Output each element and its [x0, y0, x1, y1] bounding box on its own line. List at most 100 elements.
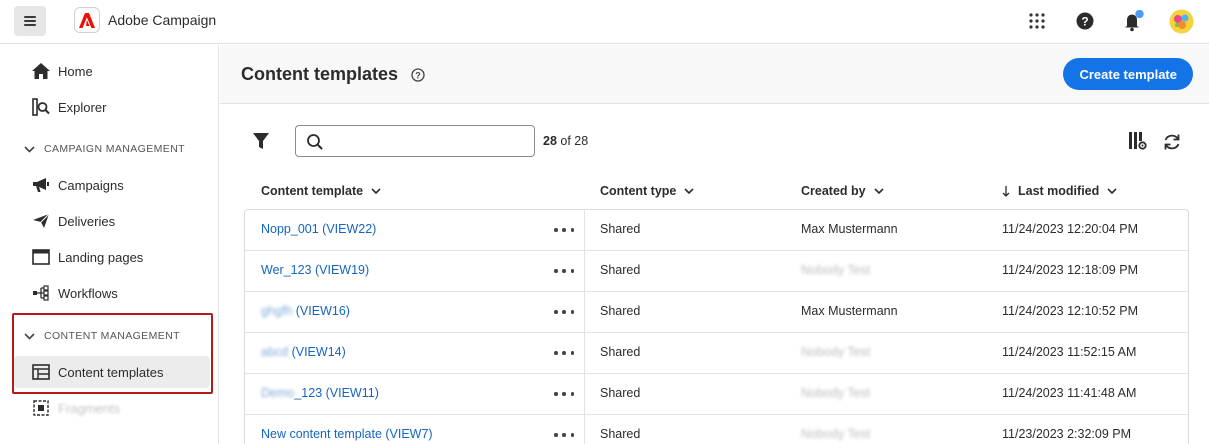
sidebar-item-fragments[interactable]: Fragments	[14, 392, 210, 424]
template-name-link[interactable]: Nopp_001 (VIEW22)	[261, 222, 376, 236]
megaphone-icon	[32, 176, 50, 194]
notifications-icon[interactable]	[1122, 10, 1144, 32]
created-by-cell: Nobody Test	[801, 263, 871, 277]
main-content: Content templates ? Create template 28 o…	[220, 45, 1209, 444]
apps-grid-icon[interactable]	[1026, 10, 1048, 32]
chevron-down-icon	[684, 186, 694, 196]
help-icon[interactable]: ?	[1074, 10, 1096, 32]
chevron-down-icon	[874, 186, 884, 196]
template-name: New content template (VIEW7)	[261, 427, 433, 441]
column-divider	[584, 374, 585, 415]
sidebar-item-explorer[interactable]: Explorer	[14, 91, 210, 123]
sidebar-item-home[interactable]: Home	[14, 55, 210, 87]
home-icon	[32, 62, 50, 80]
content-type-cell: Shared	[600, 386, 641, 400]
more-actions-icon[interactable]	[554, 427, 574, 443]
column-divider	[584, 292, 585, 333]
column-header-content-template[interactable]: Content template	[261, 184, 381, 198]
column-header-last-modified[interactable]: Last modified	[1002, 184, 1117, 198]
page-header: Content templates ? Create template	[220, 45, 1209, 104]
template-name: _123 (VIEW11)	[294, 386, 379, 400]
last-modified-cell: 11/24/2023 12:20:04 PM	[1002, 222, 1138, 236]
help-circle-icon[interactable]: ?	[411, 68, 425, 82]
table-row[interactable]: ghgfh (VIEW16) Shared Max Mustermann 11/…	[245, 292, 1188, 333]
top-bar: Adobe Campaign ?	[0, 0, 1209, 44]
template-name: Wer_123 (VIEW19)	[261, 263, 370, 277]
workflow-icon	[32, 284, 50, 302]
column-settings-icon[interactable]	[1128, 131, 1148, 151]
column-header-label: Content type	[600, 184, 677, 198]
more-actions-icon[interactable]	[554, 386, 574, 402]
sidebar-item-deliveries[interactable]: Deliveries	[14, 205, 210, 237]
sidebar-item-label: Workflows	[58, 285, 118, 301]
chevron-down-icon	[371, 186, 381, 196]
chevron-down-icon	[24, 143, 36, 155]
search-input[interactable]	[332, 130, 528, 152]
content-type-cell: Shared	[600, 427, 641, 441]
column-header-content-type[interactable]: Content type	[600, 184, 694, 198]
content-type-cell: Shared	[600, 263, 641, 277]
more-actions-icon[interactable]	[554, 222, 574, 238]
template-name-prefix: ghgfh	[261, 304, 293, 318]
last-modified-cell: 11/24/2023 12:10:52 PM	[1002, 304, 1138, 318]
more-actions-icon[interactable]	[554, 345, 574, 361]
column-header-label: Last modified	[1018, 184, 1100, 198]
section-header-label: CAMPAIGN MANAGEMENT	[44, 143, 185, 155]
browser-icon	[32, 248, 50, 266]
template-name-link[interactable]: Wer_123 (VIEW19)	[261, 263, 369, 277]
created-by-cell: Nobody Test	[801, 386, 871, 400]
table-body: Nopp_001 (VIEW22) Shared Max Mustermann …	[244, 209, 1189, 444]
highlight-box	[12, 313, 213, 394]
sidebar: Home Explorer CAMPAIGN MANAGEMENT Campai…	[0, 45, 219, 444]
content-type-cell: Shared	[600, 345, 641, 359]
more-actions-icon[interactable]	[554, 263, 574, 279]
table-row[interactable]: Demo_123 (VIEW11) Shared Nobody Test 11/…	[245, 374, 1188, 415]
create-template-button[interactable]: Create template	[1063, 58, 1193, 90]
app-title: Adobe Campaign	[108, 12, 217, 28]
sidebar-item-label: Campaigns	[58, 177, 124, 193]
refresh-icon[interactable]	[1162, 132, 1182, 152]
column-divider	[584, 415, 585, 444]
svg-text:?: ?	[415, 71, 421, 81]
more-actions-icon[interactable]	[554, 304, 574, 320]
last-modified-cell: 11/24/2023 11:52:15 AM	[1002, 345, 1137, 359]
result-count-current: 28	[543, 134, 557, 148]
column-header-created-by[interactable]: Created by	[801, 184, 884, 198]
sidebar-item-campaigns[interactable]: Campaigns	[14, 169, 210, 201]
sidebar-item-label: Home	[58, 63, 93, 79]
table-row[interactable]: New content template (VIEW7) Shared Nobo…	[245, 415, 1188, 444]
template-name-link[interactable]: New content template (VIEW7)	[261, 427, 433, 441]
column-divider	[584, 333, 585, 374]
menu-icon	[24, 16, 36, 26]
section-header-campaign-management[interactable]: CAMPAIGN MANAGEMENT	[24, 143, 185, 155]
sidebar-item-workflows[interactable]: Workflows	[14, 277, 210, 309]
created-by-cell: Max Mustermann	[801, 222, 898, 236]
sidebar-item-landing-pages[interactable]: Landing pages	[14, 241, 210, 273]
page-title: Content templates	[241, 64, 399, 84]
fragment-icon	[32, 399, 50, 417]
result-count: 28 of 28	[543, 134, 588, 148]
table-row[interactable]: abcd (VIEW14) Shared Nobody Test 11/24/2…	[245, 333, 1188, 374]
last-modified-cell: 11/23/2023 2:32:09 PM	[1002, 427, 1132, 441]
avatar[interactable]	[1169, 9, 1194, 34]
content-type-cell: Shared	[600, 222, 641, 236]
column-divider	[584, 251, 585, 292]
template-name-link[interactable]: Demo_123 (VIEW11)	[261, 386, 379, 400]
template-name-link[interactable]: ghgfh (VIEW16)	[261, 304, 350, 318]
search-field[interactable]	[295, 125, 535, 157]
created-by-cell: Max Mustermann	[801, 304, 898, 318]
result-count-total: of 28	[560, 134, 589, 148]
adobe-logo-icon[interactable]	[74, 7, 100, 33]
template-name: (VIEW16)	[292, 304, 350, 318]
template-name: (VIEW14)	[288, 345, 346, 359]
table-row[interactable]: Nopp_001 (VIEW22) Shared Max Mustermann …	[245, 210, 1188, 251]
template-name-link[interactable]: abcd (VIEW14)	[261, 345, 346, 359]
filter-icon[interactable]	[252, 132, 272, 150]
template-name-prefix: abcd	[261, 345, 289, 359]
table-row[interactable]: Wer_123 (VIEW19) Shared Nobody Test 11/2…	[245, 251, 1188, 292]
last-modified-cell: 11/24/2023 12:18:09 PM	[1002, 263, 1138, 277]
last-modified-cell: 11/24/2023 11:41:48 AM	[1002, 386, 1137, 400]
created-by-cell: Nobody Test	[801, 345, 871, 359]
menu-button[interactable]	[14, 6, 46, 36]
column-header-label: Content template	[261, 184, 364, 198]
